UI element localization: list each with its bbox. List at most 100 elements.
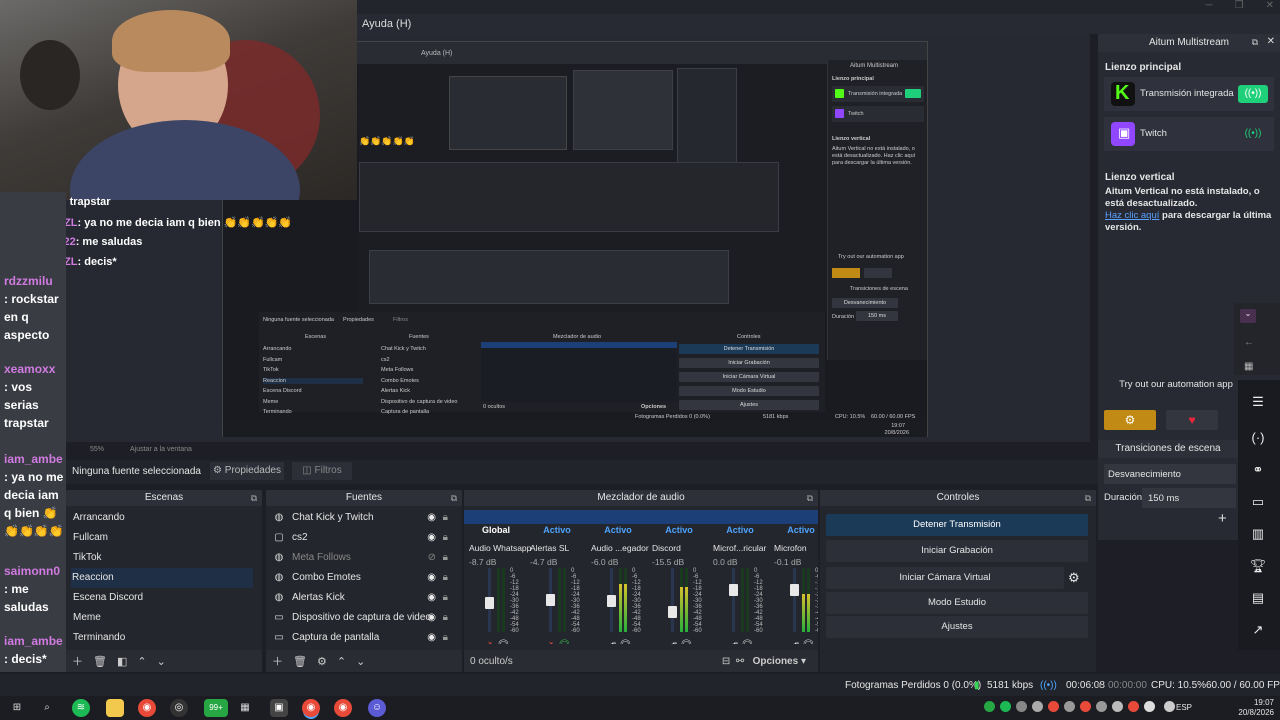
eye-icon[interactable]: ◉ xyxy=(427,568,436,588)
lock-icon[interactable]: 🔒︎ xyxy=(443,568,448,588)
float-icon[interactable]: ⧉ xyxy=(807,490,813,506)
scene-item[interactable]: Terminando xyxy=(72,628,254,648)
broadcast-icon[interactable]: ((•)) xyxy=(1238,125,1268,143)
close-icon[interactable]: ✕ xyxy=(1266,0,1274,14)
scene-item[interactable]: Arrancando xyxy=(72,508,254,528)
window-icon[interactable]: ▭ xyxy=(1248,492,1268,512)
chevron-up-icon[interactable]: ⌃ xyxy=(337,655,346,668)
float-icon[interactable]: ⧉ xyxy=(1085,490,1091,506)
tray-icon[interactable] xyxy=(1144,701,1155,712)
app-icon[interactable]: ▣ xyxy=(270,699,288,717)
eye-off-icon[interactable]: ⊘ xyxy=(428,548,436,568)
chart-icon[interactable]: ↗ xyxy=(1248,620,1268,640)
spotify-tray-icon[interactable] xyxy=(1000,701,1011,712)
float-icon[interactable]: ⧉ xyxy=(251,490,257,506)
broadcast-icon[interactable]: (·) xyxy=(1248,428,1268,448)
scene-item[interactable]: Fullcam xyxy=(72,528,254,548)
studio-mode-button[interactable]: Modo Estudio xyxy=(826,592,1088,614)
chevron-up-icon[interactable]: ⌃ xyxy=(137,655,146,668)
lock-icon[interactable]: 🔒︎ xyxy=(443,628,448,648)
spotify-icon[interactable]: ≋ xyxy=(72,699,90,717)
channel-state[interactable]: Activo xyxy=(710,524,770,536)
back-arrow-icon[interactable]: ← xyxy=(1244,337,1254,348)
layout-icon[interactable]: ⊟ xyxy=(722,656,730,667)
stream-row-kick[interactable]: K Transmisión integrada ((•)) xyxy=(1104,77,1274,111)
chrome-icon[interactable]: ◉ xyxy=(334,699,352,717)
fader-knob[interactable] xyxy=(729,584,738,596)
trophy-icon[interactable]: 🏆︎ xyxy=(1248,556,1268,576)
scene-item[interactable]: Reaccion xyxy=(71,568,253,588)
fit-window[interactable]: Ajustar a la ventana xyxy=(130,446,192,453)
windows-start-icon[interactable]: ⊞ xyxy=(8,699,26,717)
search-icon[interactable]: ⌕ xyxy=(38,699,56,717)
settings-gear-button[interactable]: ⚙ xyxy=(1104,410,1156,430)
whatsapp-icon[interactable] xyxy=(984,701,995,712)
properties-button[interactable]: ⚙ Propiedades xyxy=(210,462,284,480)
tray-icon[interactable] xyxy=(1032,701,1043,712)
tray-icon[interactable] xyxy=(1080,701,1091,712)
volume-fader[interactable] xyxy=(607,568,616,632)
transition-select[interactable]: Desvanecimiento xyxy=(1104,464,1236,484)
volume-fader[interactable] xyxy=(485,568,494,632)
keyboard-language[interactable]: ESP xyxy=(1176,703,1192,712)
close-icon[interactable]: ✕ xyxy=(1267,36,1275,47)
link-icon[interactable]: ⚯ xyxy=(736,656,744,667)
eye-icon[interactable]: ◉ xyxy=(427,588,436,608)
scene-item[interactable]: Meme xyxy=(72,608,254,628)
film-icon[interactable]: ▤ xyxy=(1248,588,1268,608)
eye-icon[interactable]: ◉ xyxy=(427,528,436,548)
wifi-icon[interactable] xyxy=(1164,701,1175,712)
tray-icon[interactable] xyxy=(1048,701,1059,712)
source-item[interactable]: ▢ cs2 ◉ 🔒︎ xyxy=(272,528,448,548)
fader-knob[interactable] xyxy=(668,606,677,619)
lock-icon[interactable]: 🔒︎ xyxy=(443,508,448,528)
source-item[interactable]: ▭ Dispositivo de captura de video ◉ 🔒︎ xyxy=(272,608,448,628)
channel-state[interactable]: Activo xyxy=(527,524,587,536)
filter-icon[interactable]: ◧ xyxy=(117,655,127,668)
duration-input[interactable]: 150 ms xyxy=(1142,488,1236,508)
discord-icon[interactable]: ☺ xyxy=(368,699,386,717)
tray-icon[interactable] xyxy=(1096,701,1107,712)
channel-state[interactable]: Activo xyxy=(771,524,818,536)
lock-icon[interactable]: 🔒︎ xyxy=(443,608,448,628)
trash-icon[interactable]: 🗑︎ xyxy=(293,655,307,668)
tray-icon[interactable] xyxy=(1128,701,1139,712)
broadcast-icon[interactable]: ((•)) xyxy=(1238,85,1268,103)
float-icon[interactable]: ⧉ xyxy=(1252,37,1258,48)
maximize-icon[interactable]: ❐ xyxy=(1235,0,1244,14)
add-icon[interactable]: ＋ xyxy=(72,653,83,669)
lock-icon[interactable]: 🔒︎ xyxy=(443,588,448,608)
stop-streaming-button[interactable]: Detener Transmisión xyxy=(826,514,1088,536)
zoom-level[interactable]: 55% xyxy=(90,446,104,453)
volume-fader[interactable] xyxy=(668,568,677,632)
fader-knob[interactable] xyxy=(607,594,616,607)
heart-button[interactable]: ♥ xyxy=(1166,410,1218,430)
chevron-down-icon[interactable]: ⌄ xyxy=(356,655,365,668)
add-icon[interactable]: + xyxy=(1218,510,1227,527)
headphones-icon[interactable]: 🎧︎ xyxy=(555,640,571,644)
headphones-icon[interactable]: 🎧︎ xyxy=(677,640,693,644)
volume-fader[interactable] xyxy=(546,568,555,632)
float-icon[interactable]: ⧉ xyxy=(451,490,457,506)
chrome-icon[interactable]: ◉ xyxy=(302,699,320,717)
vertical-download-link[interactable]: Haz clic aquí xyxy=(1105,210,1159,221)
filters-button[interactable]: ◫ Filtros xyxy=(292,462,352,480)
settings-button[interactable]: Ajustes xyxy=(826,616,1088,638)
channel-state[interactable]: Activo xyxy=(649,524,709,536)
eye-icon[interactable]: ◉ xyxy=(427,608,436,628)
folder-icon[interactable] xyxy=(106,699,124,717)
tray-icon[interactable] xyxy=(1064,701,1075,712)
options-button[interactable]: Opciones xyxy=(753,656,799,667)
stats-icon[interactable]: ▥ xyxy=(1248,524,1268,544)
source-item[interactable]: ◍ Chat Kick y Twitch ◉ 🔒︎ xyxy=(272,508,448,528)
headphones-icon[interactable]: 🎧︎ xyxy=(494,640,510,644)
volume-fader[interactable] xyxy=(729,568,738,632)
menu-icon[interactable]: ☰ xyxy=(1248,392,1268,412)
add-icon[interactable]: ＋ xyxy=(272,653,283,669)
tray-icon[interactable] xyxy=(1112,701,1123,712)
fader-knob[interactable] xyxy=(790,584,799,596)
gear-icon[interactable]: ⚙ xyxy=(1068,570,1080,586)
lock-icon[interactable]: 🔒︎ xyxy=(443,548,448,568)
eye-icon[interactable]: ◉ xyxy=(427,508,436,528)
start-virtual-camera-button[interactable]: Iniciar Cámara Virtual xyxy=(826,567,1064,589)
